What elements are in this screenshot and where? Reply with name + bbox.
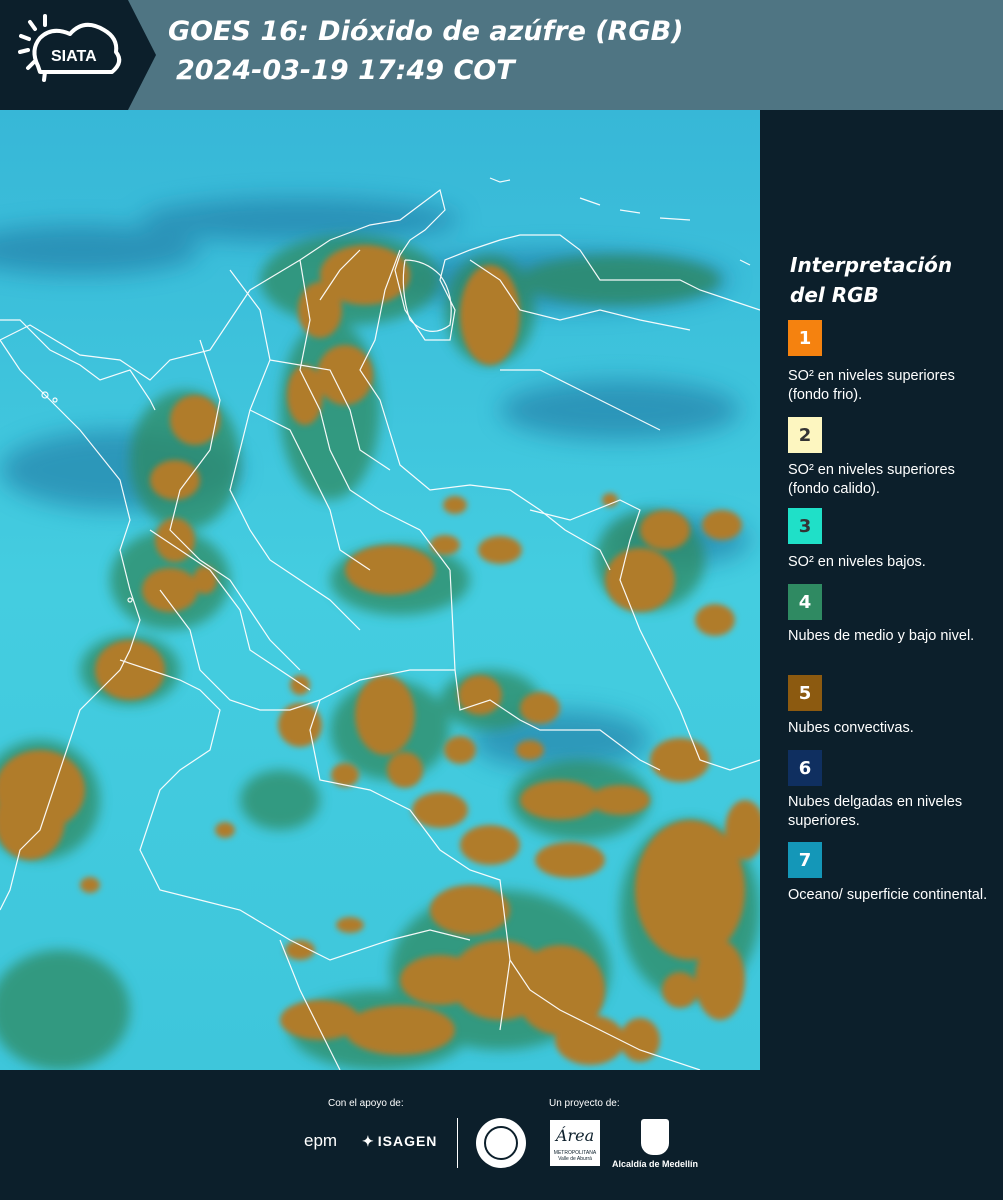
legend-label-4: Nubes de medio y bajo nivel. — [788, 628, 975, 644]
support-label: Con el apoyo de: — [328, 1098, 404, 1109]
footer-divider — [457, 1118, 458, 1168]
isagen-mark-icon: ✦ — [362, 1133, 375, 1149]
legend-label-2: SO² en niveles superiores (fondo calido)… — [788, 462, 955, 497]
project-label: Un proyecto de: — [549, 1098, 620, 1109]
area-metropolitana-logo: Área METROPOLITANA Valle de Aburrá — [550, 1120, 600, 1166]
legend-swatch-7: 7 — [788, 842, 822, 878]
siata-logo: SIATA — [0, 0, 160, 110]
legend-label-7: Oceano/ superficie continental. — [788, 887, 988, 903]
isagen-logo: ✦ ISAGEN — [362, 1133, 438, 1149]
epm-logo: epm — [304, 1131, 338, 1150]
page-title: GOES 16: Dióxido de azúfre (RGB) — [168, 16, 684, 47]
satellite-map — [0, 110, 760, 1070]
logo-text: SIATA — [51, 48, 97, 65]
legend-label-3: SO² en niveles bajos. — [788, 554, 926, 570]
legend-swatch-2: 2 — [788, 417, 822, 453]
legend-label-5: Nubes convectivas. — [788, 720, 914, 736]
legend-swatch-5: 5 — [788, 675, 822, 711]
header-bar: SIATA GOES 16: Dióxido de azúfre (RGB) 2… — [0, 0, 1003, 110]
timestamp: 2024-03-19 17:49 COT — [176, 55, 515, 86]
legend-label-1: SO² en niveles superiores (fondo frio). — [788, 368, 955, 403]
medellin-shield-icon — [641, 1119, 669, 1155]
legend-panel: Interpretación del RGB 1 SO² en niveles … — [770, 110, 1003, 1070]
legend-swatch-6: 6 — [788, 750, 822, 786]
medellin-label: Alcaldía de Medellín — [612, 1159, 699, 1169]
legend-swatch-4: 4 — [788, 584, 822, 620]
seal-logo — [476, 1118, 526, 1168]
legend-swatch-3: 3 — [788, 508, 822, 544]
legend-title: Interpretación del RGB — [790, 253, 953, 307]
legend-label-6: Nubes delgadas en niveles superiores. — [788, 794, 963, 829]
legend-swatch-1: 1 — [788, 320, 822, 356]
